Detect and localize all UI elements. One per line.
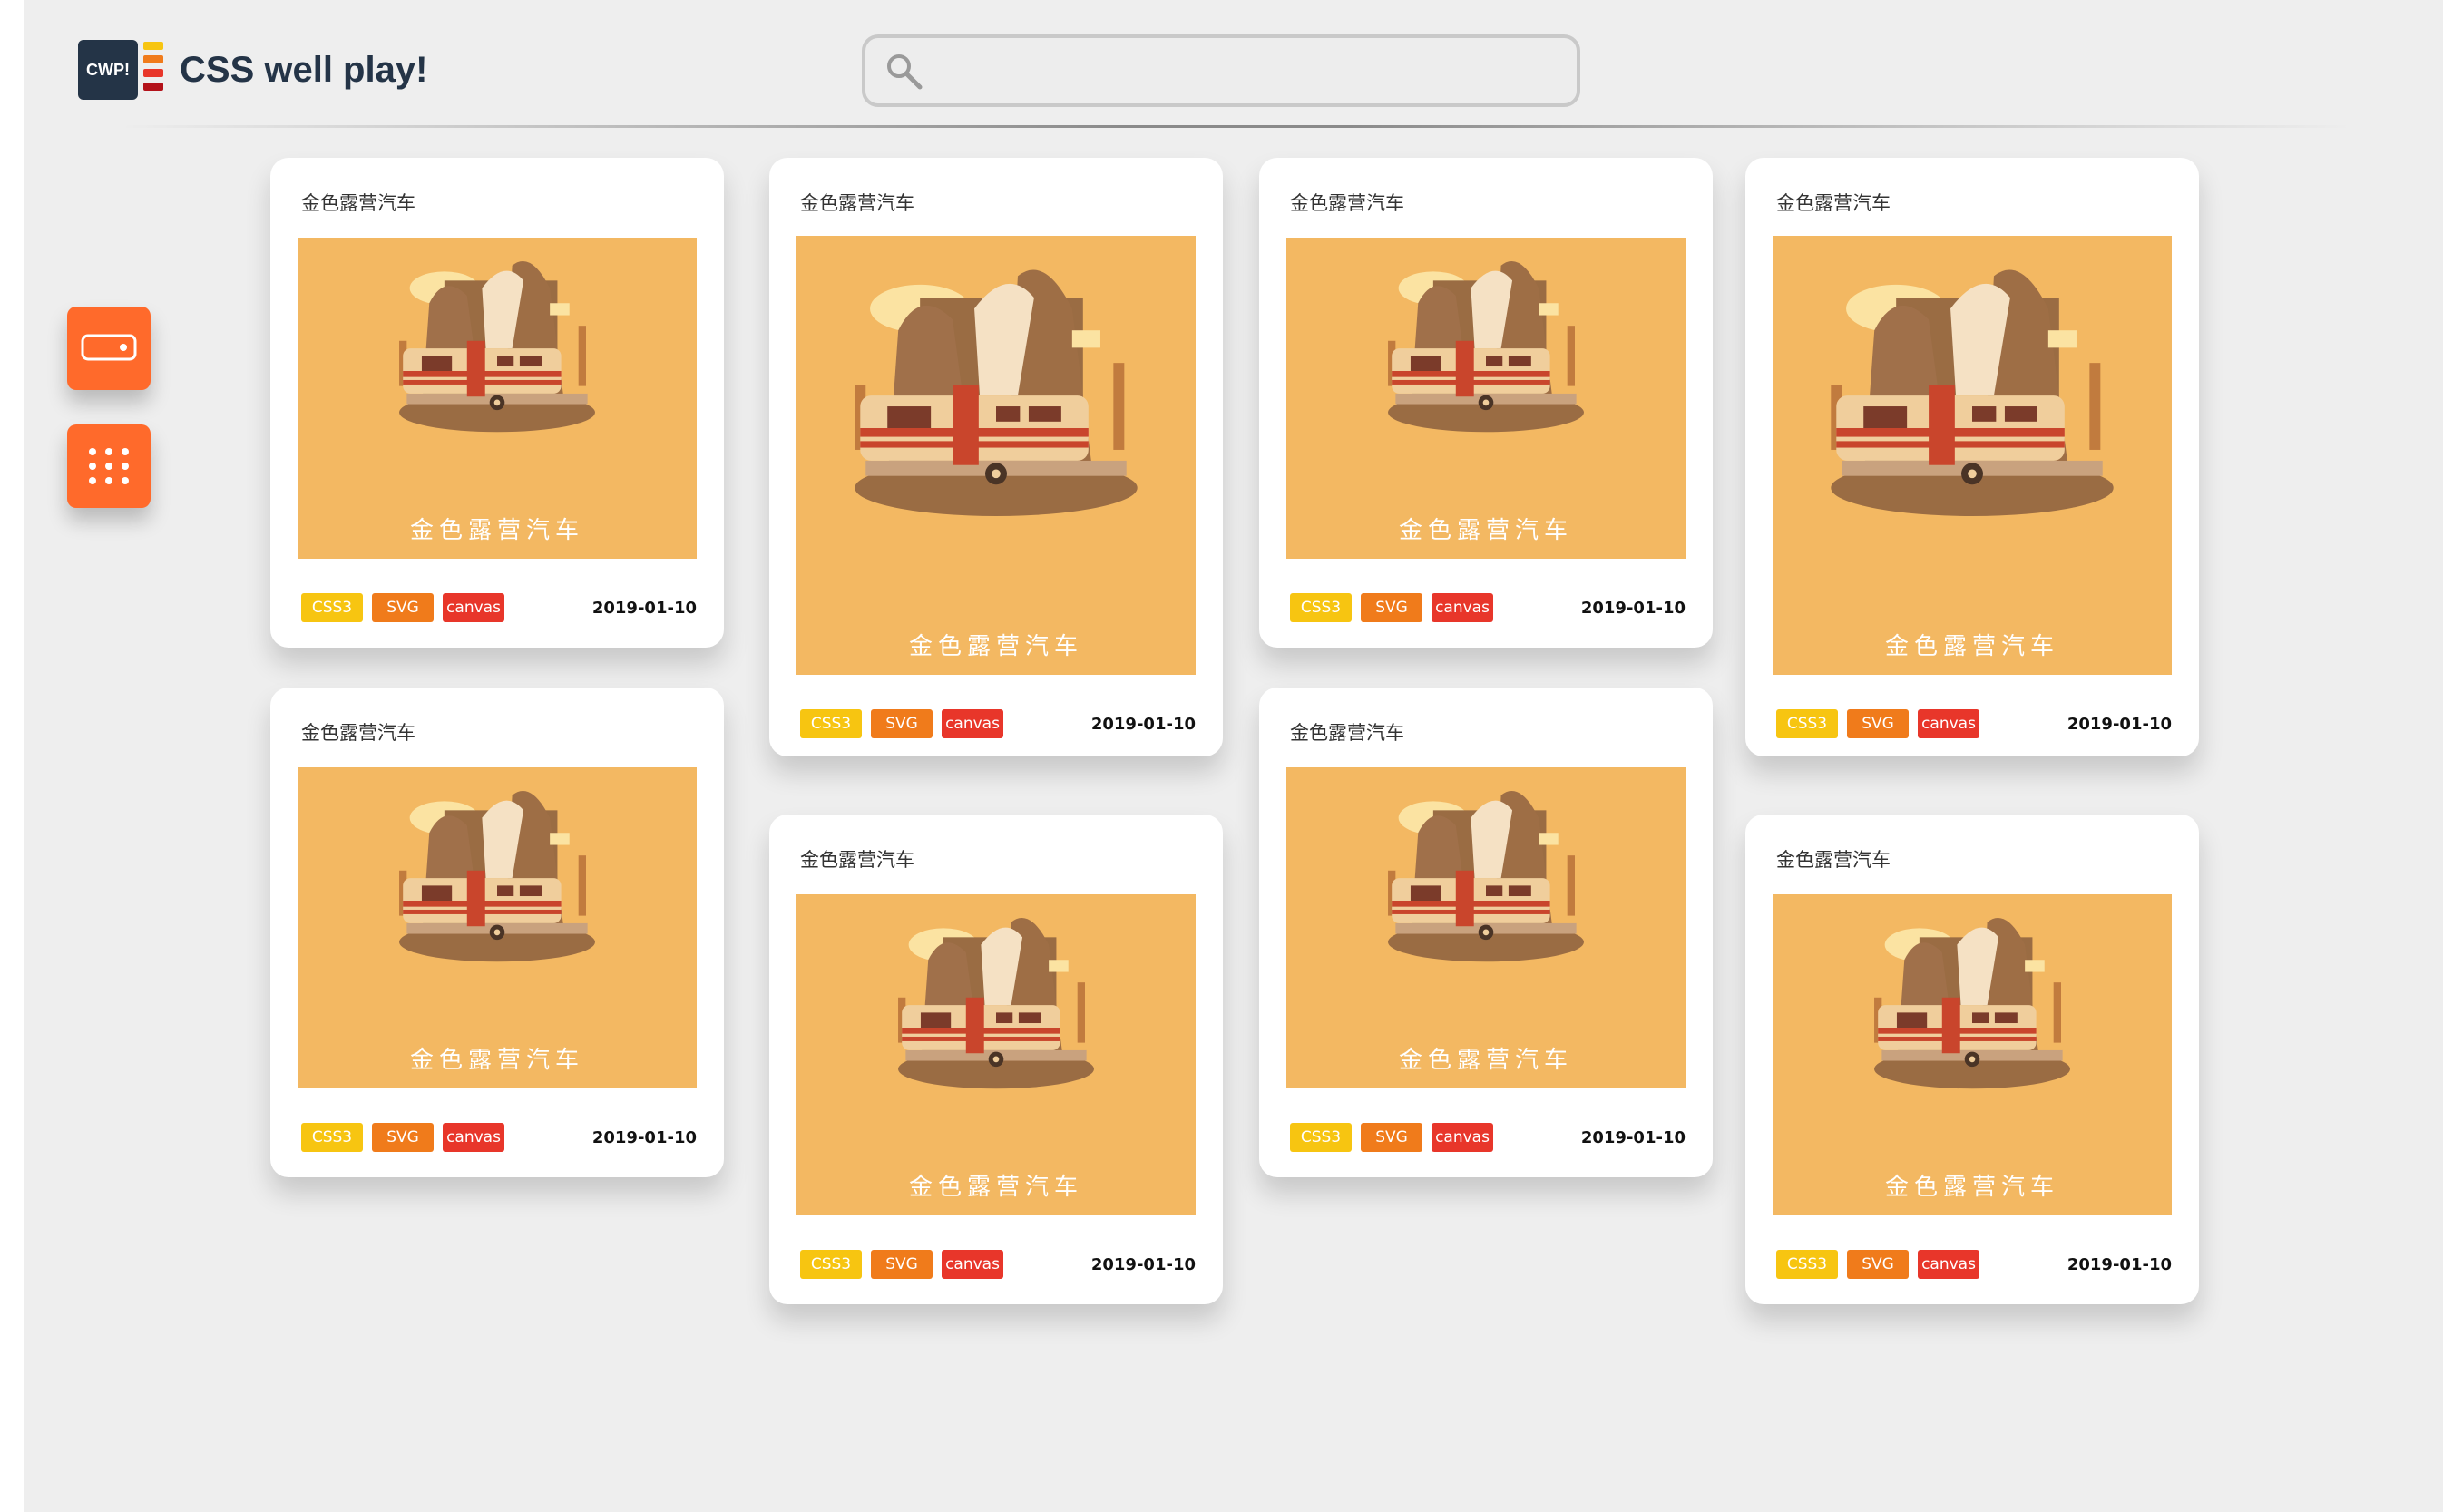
logo-badge: CWP! <box>78 40 138 100</box>
tag-svg[interactable]: SVG <box>871 1250 933 1279</box>
tag-list: CSS3 SVG canvas <box>1290 593 1493 622</box>
tag-list: CSS3 SVG canvas <box>301 1123 504 1152</box>
project-card[interactable]: 金色露营汽车 金色露营汽车 CSS3 SVG canvas 2019-01-10 <box>1745 158 2199 756</box>
site-logo[interactable]: CWP! <box>78 40 187 102</box>
tag-canvas[interactable]: canvas <box>942 1250 1003 1279</box>
tag-canvas[interactable]: canvas <box>443 593 504 622</box>
card-date: 2019-01-10 <box>1580 599 1686 618</box>
tag-list: CSS3 SVG canvas <box>800 709 1003 738</box>
tag-list: CSS3 SVG canvas <box>800 1250 1003 1279</box>
tag-canvas[interactable]: canvas <box>443 1123 504 1152</box>
search-icon <box>887 54 923 90</box>
card-date: 2019-01-10 <box>1090 1255 1196 1274</box>
tag-svg[interactable]: SVG <box>1361 593 1422 622</box>
card-date: 2019-01-10 <box>1090 715 1196 734</box>
card-title: 金色露营汽车 <box>301 722 415 744</box>
camper-illustration <box>1874 917 2070 1089</box>
tag-css3[interactable]: CSS3 <box>800 1250 862 1279</box>
camper-illustration <box>1388 790 1584 962</box>
tag-list: CSS3 SVG canvas <box>1776 1250 1979 1279</box>
tag-svg[interactable]: SVG <box>871 709 933 738</box>
site-title: CSS well play! <box>180 50 428 90</box>
project-card[interactable]: 金色露营汽车 金色露营汽车 CSS3 SVG canvas 2019-01-10 <box>270 158 724 648</box>
tag-svg[interactable]: SVG <box>372 1123 434 1152</box>
tag-css3[interactable]: CSS3 <box>301 593 363 622</box>
tag-canvas[interactable]: canvas <box>942 709 1003 738</box>
project-card[interactable]: 金色露营汽车 金色露营汽车 CSS3 SVG canvas 2019-01-10 <box>769 815 1223 1304</box>
tag-list: CSS3 SVG canvas <box>1290 1123 1493 1152</box>
tag-canvas[interactable]: canvas <box>1918 709 1979 738</box>
logo-bars <box>143 42 165 100</box>
card-thumbnail[interactable]: 金色露营汽车 <box>1286 238 1686 559</box>
search-input[interactable] <box>929 45 1564 96</box>
card-title: 金色露营汽车 <box>800 192 914 214</box>
apps-button[interactable] <box>67 424 151 508</box>
camper-illustration <box>399 790 595 962</box>
camper-illustration <box>1388 260 1584 433</box>
tag-svg[interactable]: SVG <box>1847 709 1909 738</box>
card-title: 金色露营汽车 <box>301 192 415 214</box>
card-date: 2019-01-10 <box>591 599 697 618</box>
camper-illustration <box>898 917 1094 1089</box>
card-title: 金色露营汽车 <box>1290 192 1404 214</box>
thumbnail-caption: 金色露营汽车 <box>1884 633 2059 660</box>
card-title: 金色露营汽车 <box>1776 192 1891 214</box>
tag-css3[interactable]: CSS3 <box>301 1123 363 1152</box>
thumbnail-caption: 金色露营汽车 <box>1398 517 1573 544</box>
tag-css3[interactable]: CSS3 <box>1290 593 1352 622</box>
toggle-button[interactable] <box>67 307 151 390</box>
project-card[interactable]: 金色露营汽车 金色露营汽车 CSS3 SVG canvas 2019-01-10 <box>270 688 724 1177</box>
card-thumbnail[interactable]: 金色露营汽车 <box>1773 236 2172 675</box>
tag-svg[interactable]: SVG <box>1847 1250 1909 1279</box>
card-thumbnail[interactable]: 金色露营汽车 <box>1286 767 1686 1088</box>
thumbnail-caption: 金色露营汽车 <box>908 1174 1083 1201</box>
tag-svg[interactable]: SVG <box>1361 1123 1422 1152</box>
grid-dots-icon <box>89 448 129 484</box>
project-card[interactable]: 金色露营汽车 金色露营汽车 CSS3 SVG canvas 2019-01-10 <box>769 158 1223 756</box>
card-thumbnail[interactable]: 金色露营汽车 <box>796 236 1196 675</box>
tag-css3[interactable]: CSS3 <box>1290 1123 1352 1152</box>
thumbnail-caption: 金色露营汽车 <box>1398 1047 1573 1074</box>
card-date: 2019-01-10 <box>2067 715 2172 734</box>
card-thumbnail[interactable]: 金色露营汽车 <box>796 894 1196 1215</box>
camper-illustration <box>1831 269 2114 517</box>
tag-css3[interactable]: CSS3 <box>800 709 862 738</box>
thumbnail-caption: 金色露营汽车 <box>409 517 584 544</box>
card-title: 金色露营汽车 <box>1290 722 1404 744</box>
toggle-icon <box>81 334 137 361</box>
header-divider <box>120 125 2351 128</box>
thumbnail-caption: 金色露营汽车 <box>1884 1174 2059 1201</box>
card-date: 2019-01-10 <box>2067 1255 2172 1274</box>
card-thumbnail[interactable]: 金色露营汽车 <box>298 238 697 559</box>
card-title: 金色露营汽车 <box>1776 849 1891 871</box>
project-card[interactable]: 金色露营汽车 金色露营汽车 CSS3 SVG canvas 2019-01-10 <box>1259 158 1713 648</box>
search-box[interactable] <box>862 34 1580 107</box>
camper-illustration <box>855 269 1138 517</box>
card-title: 金色露营汽车 <box>800 849 914 871</box>
tag-svg[interactable]: SVG <box>372 593 434 622</box>
card-thumbnail[interactable]: 金色露营汽车 <box>1773 894 2172 1215</box>
tag-list: CSS3 SVG canvas <box>301 593 504 622</box>
thumbnail-caption: 金色露营汽车 <box>908 633 1083 660</box>
tag-canvas[interactable]: canvas <box>1918 1250 1979 1279</box>
thumbnail-caption: 金色露营汽车 <box>409 1047 584 1074</box>
tag-canvas[interactable]: canvas <box>1432 593 1493 622</box>
tag-css3[interactable]: CSS3 <box>1776 709 1838 738</box>
tag-list: CSS3 SVG canvas <box>1776 709 1979 738</box>
project-card[interactable]: 金色露营汽车 金色露营汽车 CSS3 SVG canvas 2019-01-10 <box>1745 815 2199 1304</box>
tag-canvas[interactable]: canvas <box>1432 1123 1493 1152</box>
card-thumbnail[interactable]: 金色露营汽车 <box>298 767 697 1088</box>
card-date: 2019-01-10 <box>1580 1128 1686 1147</box>
camper-illustration <box>399 260 595 433</box>
tag-css3[interactable]: CSS3 <box>1776 1250 1838 1279</box>
card-date: 2019-01-10 <box>591 1128 697 1147</box>
page-background: CWP! CSS well play! 金色露营汽车 金色露营汽车 CSS3 S… <box>24 0 2443 1512</box>
project-card[interactable]: 金色露营汽车 金色露营汽车 CSS3 SVG canvas 2019-01-10 <box>1259 688 1713 1177</box>
